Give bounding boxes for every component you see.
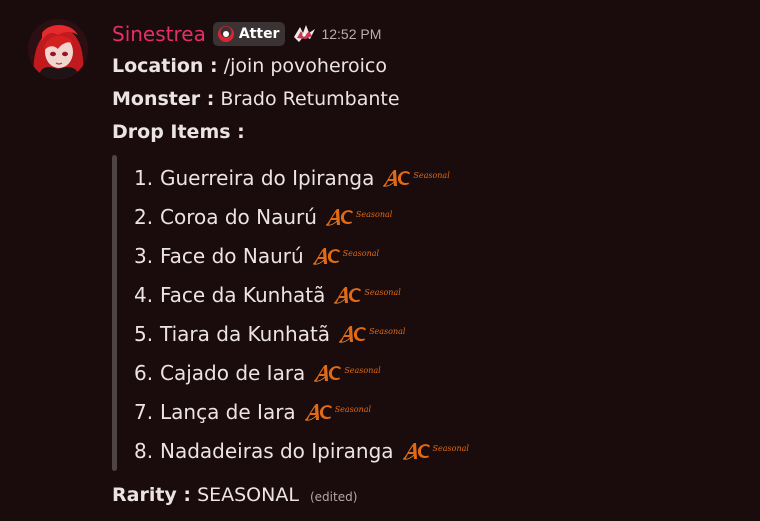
monster-value: Brado Retumbante	[220, 88, 400, 110]
drop-item-name: Nadadeiras do Ipiranga	[160, 438, 394, 463]
rarity-label: Rarity :	[112, 484, 192, 506]
ac-emoji-icon	[312, 247, 340, 265]
ac-emoji-icon	[304, 403, 332, 421]
drop-item: 6. Cajado de Iara Seasonal	[134, 353, 760, 392]
drop-item: 5. Tiara da Kunhatã Seasonal	[134, 314, 760, 353]
ac-emoji-icon	[383, 169, 411, 187]
message-header: Sinestrea Atter 12:52 PM	[112, 18, 760, 50]
timestamp[interactable]: 12:52 PM	[321, 26, 381, 42]
seasonal-tag: Seasonal	[342, 249, 380, 258]
location-line: Location : /join povoheroico	[112, 50, 760, 83]
drop-item-number: 1.	[134, 165, 154, 190]
ac-seasonal-emoji[interactable]: Seasonal	[382, 168, 450, 188]
ac-seasonal-emoji[interactable]: Seasonal	[304, 402, 371, 422]
drop-item-name: Tiara da Kunhatã	[160, 321, 331, 346]
ac-emoji-icon	[334, 286, 362, 304]
ac-emoji-icon	[338, 325, 367, 343]
monster-label: Monster :	[112, 88, 215, 110]
rarity-line: Rarity : SEASONAL (edited)	[112, 479, 760, 512]
drop-item-name: Guerreira do Ipiranga	[160, 165, 375, 190]
drop-item-name: Lança de Iara	[160, 399, 296, 424]
seasonal-tag: Seasonal	[355, 210, 393, 219]
drop-item-number: 2.	[134, 204, 154, 229]
message-content: Sinestrea Atter 12:52 PM Location: /joi…	[112, 18, 760, 512]
seasonal-tag: Seasonal	[413, 171, 450, 180]
ac-seasonal-emoji[interactable]: Seasonal	[325, 207, 392, 227]
drop-items-list: 1. Guerreira do Ipiranga Seasonal 2. Cor…	[134, 155, 760, 470]
quote-bar	[112, 155, 117, 471]
monster-line: Monster : Brado Retumbante	[112, 83, 760, 116]
ac-seasonal-emoji[interactable]: Seasonal	[312, 246, 379, 266]
crescent-logo-icon	[217, 25, 235, 43]
ac-seasonal-emoji[interactable]: Seasonal	[333, 285, 401, 305]
drop-item-number: 7.	[134, 399, 154, 424]
username[interactable]: Sinestrea	[112, 22, 206, 46]
ac-emoji-icon	[314, 364, 342, 382]
drop-item: 8. Nadadeiras do Ipiranga Seasonal	[134, 431, 760, 470]
drop-item-number: 6.	[134, 360, 154, 385]
avatar-red-haired-girl-icon	[28, 19, 88, 79]
ac-seasonal-emoji[interactable]: Seasonal	[313, 363, 381, 383]
drop-item: 4. Face da Kunhatã Seasonal	[134, 275, 760, 314]
chat-message: Sinestrea Atter 12:52 PM Location: /joi…	[0, 0, 760, 521]
user-avatar[interactable]	[28, 19, 88, 79]
drop-item: 3. Face do Naurú Seasonal	[134, 236, 760, 275]
drop-item-number: 5.	[134, 321, 154, 346]
drop-item-number: 4.	[134, 282, 154, 307]
location-value: /join povoheroico	[223, 55, 388, 77]
ac-emoji-icon	[402, 442, 430, 460]
drop-items-line: Drop Items :	[112, 116, 760, 149]
drop-item-name: Face do Naurú	[160, 243, 304, 268]
seasonal-tag: Seasonal	[432, 444, 469, 453]
drop-item-name: Coroa do Naurú	[160, 204, 317, 229]
server-tag-label: Atter	[238, 26, 280, 42]
drop-item-name: Cajado de Iara	[160, 360, 306, 385]
drop-item: 2. Coroa do Naurú Seasonal	[134, 197, 760, 236]
drop-items-quote: 1. Guerreira do Ipiranga Seasonal 2. Cor…	[112, 155, 760, 471]
ac-seasonal-emoji[interactable]: Seasonal	[402, 441, 469, 461]
shattered-wing-icon[interactable]	[291, 21, 317, 47]
drop-items-label: Drop Items :	[112, 121, 245, 143]
drop-item-number: 8.	[134, 438, 154, 463]
drop-item-number: 3.	[134, 243, 154, 268]
seasonal-tag: Seasonal	[369, 327, 406, 336]
seasonal-tag: Seasonal	[364, 288, 401, 297]
ac-emoji-icon	[325, 208, 353, 226]
rarity-value: SEASONAL	[197, 484, 299, 506]
ac-seasonal-emoji[interactable]: Seasonal	[338, 324, 405, 344]
drop-item: 1. Guerreira do Ipiranga Seasonal	[134, 158, 760, 197]
drop-item-name: Face da Kunhatã	[160, 282, 326, 307]
seasonal-tag: Seasonal	[334, 405, 372, 414]
location-label: Location :	[112, 55, 218, 77]
edited-indicator[interactable]: (edited)	[310, 490, 357, 504]
server-tag[interactable]: Atter	[212, 22, 286, 46]
drop-item: 7. Lança de Iara Seasonal	[134, 392, 760, 431]
seasonal-tag: Seasonal	[344, 366, 381, 375]
